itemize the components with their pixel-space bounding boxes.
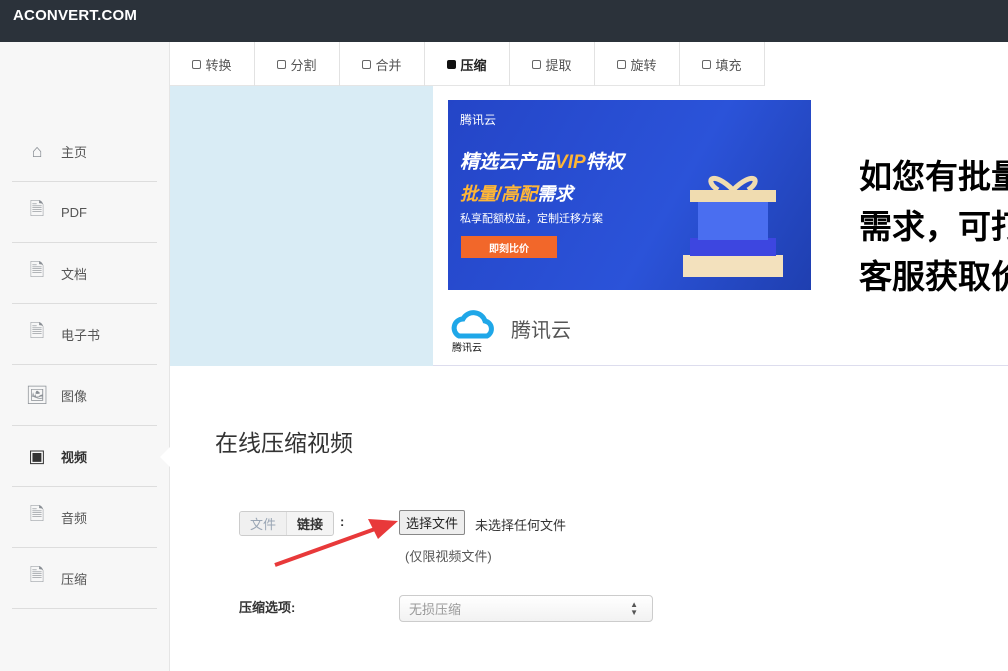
tab-label: 提取 <box>545 55 571 74</box>
checkbox-icon <box>192 60 201 69</box>
red-arrow-annotation <box>270 515 405 570</box>
checkbox-icon <box>617 60 626 69</box>
ebook-icon: 🗎 <box>26 322 48 346</box>
top-bar: ACONVERT.COM <box>0 0 1008 42</box>
active-indicator <box>160 446 171 468</box>
tab-label: 旋转 <box>630 55 656 74</box>
pdf-icon: 🗎 <box>26 200 48 224</box>
checkbox-icon <box>447 60 456 69</box>
sidebar-item-video[interactable]: ▣ 视频 <box>12 426 157 487</box>
sidebar-item-audio[interactable]: 🗎 音频 <box>12 487 157 548</box>
compression-option-label: 压缩选项: <box>239 597 295 616</box>
tab-label: 分割 <box>290 55 316 74</box>
advertisement[interactable]: 腾讯云 精选云产品VIP特权 批量/高配需求 私享配额权益，定制迁移方案 即刻比… <box>433 86 1008 366</box>
sidebar-item-ebook[interactable]: 🗎 电子书 <box>12 304 157 365</box>
sidebar-item-image[interactable]: 🖼 图像 <box>12 365 157 426</box>
gift-box-icon <box>678 170 788 280</box>
sidebar-item-label: 压缩 <box>61 569 87 588</box>
tab-convert[interactable]: 转换 <box>170 42 255 86</box>
ad-background <box>170 86 433 366</box>
tab-compress[interactable]: 压缩 <box>425 42 510 86</box>
page-title: 在线压缩视频 <box>215 424 353 458</box>
banner-headline: 精选云产品VIP特权 <box>460 147 624 174</box>
banner-subheadline: 批量/高配需求 <box>460 180 573 206</box>
sidebar-item-label: PDF <box>61 205 87 220</box>
checkbox-icon <box>702 60 711 69</box>
ad-banner[interactable]: 腾讯云 精选云产品VIP特权 批量/高配需求 私享配额权益，定制迁移方案 即刻比… <box>448 100 811 290</box>
tab-label: 压缩 <box>460 55 486 74</box>
sidebar-item-label: 文档 <box>61 264 87 283</box>
tool-tabs: 转换 分割 合并 压缩 提取 旋转 填充 <box>170 42 765 86</box>
tab-rotate[interactable]: 旋转 <box>595 42 680 86</box>
banner-text: 私享配额权益，定制迁移方案 <box>460 210 603 226</box>
sidebar-item-label: 电子书 <box>61 325 100 344</box>
checkbox-icon <box>277 60 286 69</box>
tab-merge[interactable]: 合并 <box>340 42 425 86</box>
banner-brand: 腾讯云 <box>460 111 496 128</box>
tab-extract[interactable]: 提取 <box>510 42 595 86</box>
compression-option-select[interactable]: 无损压缩 ▲▼ <box>399 595 653 622</box>
sidebar-item-label: 主页 <box>61 142 87 161</box>
image-icon: 🖼 <box>26 383 48 407</box>
checkbox-icon <box>362 60 371 69</box>
sidebar: ⌂ 主页 🗎 PDF 🗎 文档 🗎 电子书 🖼 图像 ▣ 视频 🗎 音频 🗎 压缩 <box>0 42 170 671</box>
sidebar-item-archive[interactable]: 🗎 压缩 <box>12 548 157 609</box>
video-icon: ▣ <box>26 444 48 468</box>
tab-split[interactable]: 分割 <box>255 42 340 86</box>
word-document-icon: 🗎 <box>26 261 48 285</box>
ad-headline: 如您有批量 需求，可打 客服获取价 <box>859 152 1008 302</box>
sidebar-item-label: 视频 <box>61 447 87 466</box>
home-icon: ⌂ <box>26 139 48 163</box>
svg-text:腾讯云: 腾讯云 <box>452 341 482 354</box>
choose-file-button[interactable]: 选择文件 <box>399 510 465 535</box>
checkbox-icon <box>532 60 541 69</box>
tab-label: 合并 <box>375 55 401 74</box>
file-status: 未选择任何文件 <box>475 515 566 534</box>
sidebar-item-home[interactable]: ⌂ 主页 <box>12 121 157 182</box>
tab-label: 转换 <box>205 55 231 74</box>
sidebar-item-document[interactable]: 🗎 文档 <box>12 243 157 304</box>
select-arrows-icon: ▲▼ <box>630 601 638 617</box>
ad-brand-name: 腾讯云 <box>511 314 571 343</box>
site-logo[interactable]: ACONVERT.COM <box>13 7 137 24</box>
sidebar-item-pdf[interactable]: 🗎 PDF <box>12 182 157 243</box>
banner-button[interactable]: 即刻比价 <box>461 236 557 258</box>
sidebar-item-label: 音频 <box>61 508 87 527</box>
file-hint: (仅限视频文件) <box>405 546 492 565</box>
selected-value: 无损压缩 <box>409 599 461 618</box>
archive-icon: 🗎 <box>26 566 48 590</box>
tab-label: 填充 <box>715 55 741 74</box>
audio-icon: 🗎 <box>26 505 48 529</box>
sidebar-item-label: 图像 <box>61 386 87 405</box>
tab-pad[interactable]: 填充 <box>680 42 765 86</box>
tencent-cloud-logo: 腾讯云 <box>449 304 499 354</box>
